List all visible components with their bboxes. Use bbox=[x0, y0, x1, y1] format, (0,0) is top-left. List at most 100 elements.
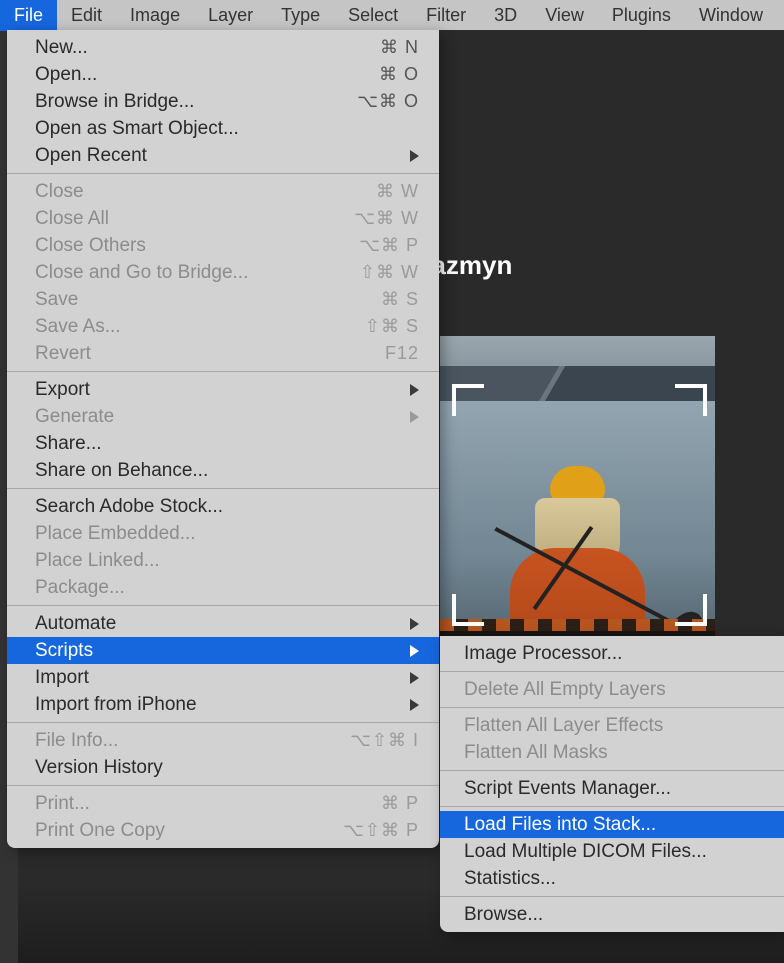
menubar: FileEditImageLayerTypeSelectFilter3DView… bbox=[0, 0, 784, 30]
submenu-arrow-icon bbox=[410, 618, 419, 630]
menu-separator bbox=[7, 173, 439, 174]
menu-item-shortcut: ⌥⌘ O bbox=[357, 91, 419, 112]
menu-item-label: Place Linked... bbox=[35, 550, 160, 572]
menubar-item-view[interactable]: View bbox=[531, 0, 598, 31]
submenu-arrow-icon bbox=[410, 150, 419, 162]
file-menu-item[interactable]: Scripts bbox=[7, 637, 439, 664]
crop-corner-icon bbox=[452, 384, 484, 416]
scripts-menu-item: Flatten All Masks bbox=[440, 739, 784, 766]
menu-separator bbox=[7, 785, 439, 786]
scripts-menu-item: Delete All Empty Layers bbox=[440, 676, 784, 703]
menubar-item-filter[interactable]: Filter bbox=[412, 0, 480, 31]
scripts-menu-item[interactable]: Script Events Manager... bbox=[440, 775, 784, 802]
menu-item-label: Save As... bbox=[35, 316, 121, 338]
menu-item-label: Script Events Manager... bbox=[464, 778, 671, 800]
file-menu-item: Package... bbox=[7, 574, 439, 601]
menu-item-label: Share on Behance... bbox=[35, 460, 208, 482]
scripts-menu-item[interactable]: Load Multiple DICOM Files... bbox=[440, 838, 784, 865]
file-menu-item: Close All⌥⌘ W bbox=[7, 205, 439, 232]
menu-item-label: Open as Smart Object... bbox=[35, 118, 239, 140]
menubar-item-image[interactable]: Image bbox=[116, 0, 194, 31]
menubar-item-3d[interactable]: 3D bbox=[480, 0, 531, 31]
file-menu-item[interactable]: Open... ⌘ O bbox=[7, 61, 439, 88]
file-menu-item: File Info...⌥⇧⌘ I bbox=[7, 727, 439, 754]
menu-item-shortcut: ⌘ S bbox=[381, 289, 419, 310]
submenu-arrow-icon bbox=[410, 645, 419, 657]
file-menu-item[interactable]: Automate bbox=[7, 610, 439, 637]
file-menu-item[interactable]: Open as Smart Object... bbox=[7, 115, 439, 142]
menu-item-label: Print... bbox=[35, 793, 90, 815]
menu-separator bbox=[7, 488, 439, 489]
menu-item-label: Flatten All Layer Effects bbox=[464, 715, 663, 737]
menu-item-label: Close bbox=[35, 181, 84, 203]
menu-item-shortcut: ⌘ W bbox=[376, 181, 419, 202]
file-menu-item[interactable]: Share... bbox=[7, 430, 439, 457]
menu-item-shortcut: ⌘ N bbox=[380, 37, 419, 58]
file-menu-item: Save As... ⇧⌘ S bbox=[7, 313, 439, 340]
menu-item-shortcut: F12 bbox=[385, 343, 419, 364]
menu-item-label: Search Adobe Stock... bbox=[35, 496, 223, 518]
submenu-arrow-icon bbox=[410, 384, 419, 396]
menu-item-label: Generate bbox=[35, 406, 114, 428]
menu-item-label: Version History bbox=[35, 757, 163, 779]
menubar-item-layer[interactable]: Layer bbox=[194, 0, 267, 31]
menu-separator bbox=[7, 722, 439, 723]
file-menu-item[interactable]: Export bbox=[7, 376, 439, 403]
menu-item-label: Share... bbox=[35, 433, 102, 455]
document-thumbnail[interactable] bbox=[440, 336, 715, 666]
menu-item-label: Delete All Empty Layers bbox=[464, 679, 666, 701]
menu-item-shortcut: ⇧⌘ S bbox=[365, 316, 419, 337]
menu-item-label: Statistics... bbox=[464, 868, 556, 890]
scripts-menu-item[interactable]: Statistics... bbox=[440, 865, 784, 892]
scripts-menu-item[interactable]: Load Files into Stack... bbox=[440, 811, 784, 838]
file-menu-item: Close and Go to Bridge... ⇧⌘ W bbox=[7, 259, 439, 286]
menubar-item-select[interactable]: Select bbox=[334, 0, 412, 31]
file-menu-item: Print...⌘ P bbox=[7, 790, 439, 817]
menu-item-label: Open... bbox=[35, 64, 97, 86]
scripts-menu-item[interactable]: Image Processor... bbox=[440, 640, 784, 667]
menu-separator bbox=[440, 896, 784, 897]
file-menu-item[interactable]: New... ⌘ N bbox=[7, 34, 439, 61]
file-menu-item[interactable]: Search Adobe Stock... bbox=[7, 493, 439, 520]
file-menu-item[interactable]: Open Recent bbox=[7, 142, 439, 169]
menubar-item-edit[interactable]: Edit bbox=[57, 0, 116, 31]
menu-item-label: Browse in Bridge... bbox=[35, 91, 194, 113]
menu-item-label: Image Processor... bbox=[464, 643, 622, 665]
crop-corner-icon bbox=[675, 384, 707, 416]
file-menu-item[interactable]: Import from iPhone bbox=[7, 691, 439, 718]
menu-separator bbox=[440, 707, 784, 708]
menu-item-label: Close and Go to Bridge... bbox=[35, 262, 248, 284]
file-menu-item[interactable]: Browse in Bridge... ⌥⌘ O bbox=[7, 88, 439, 115]
file-menu: New... ⌘ N Open... ⌘ O Browse in Bridge... ⌥⌘… bbox=[7, 30, 439, 848]
menu-item-label: Revert bbox=[35, 343, 91, 365]
crop-corner-icon bbox=[452, 594, 484, 626]
scripts-menu-item[interactable]: Browse... bbox=[440, 901, 784, 928]
menu-item-label: Browse... bbox=[464, 904, 543, 926]
menu-item-label: Place Embedded... bbox=[35, 523, 196, 545]
file-menu-item: Close Others⌥⌘ P bbox=[7, 232, 439, 259]
menu-item-shortcut: ⌘ O bbox=[379, 64, 419, 85]
file-menu-item[interactable]: Version History bbox=[7, 754, 439, 781]
scripts-menu-item: Flatten All Layer Effects bbox=[440, 712, 784, 739]
file-menu-item: Close ⌘ W bbox=[7, 178, 439, 205]
menu-item-label: New... bbox=[35, 37, 88, 59]
submenu-arrow-icon bbox=[410, 411, 419, 423]
file-menu-item: Generate bbox=[7, 403, 439, 430]
menu-item-label: Import from iPhone bbox=[35, 694, 197, 716]
scripts-submenu: Image Processor... Delete All Empty Layer… bbox=[440, 636, 784, 932]
menu-item-label: Save bbox=[35, 289, 78, 311]
menubar-item-window[interactable]: Window bbox=[685, 0, 777, 31]
menu-item-label: Open Recent bbox=[35, 145, 147, 167]
menubar-item-plugins[interactable]: Plugins bbox=[598, 0, 685, 31]
submenu-arrow-icon bbox=[410, 699, 419, 711]
menu-item-label: Scripts bbox=[35, 640, 93, 662]
menubar-item-file[interactable]: File bbox=[0, 0, 57, 31]
file-menu-item[interactable]: Share on Behance... bbox=[7, 457, 439, 484]
file-menu-item: Place Embedded... bbox=[7, 520, 439, 547]
menu-separator bbox=[440, 806, 784, 807]
menu-item-label: Print One Copy bbox=[35, 820, 165, 842]
menu-separator bbox=[7, 371, 439, 372]
menubar-item-type[interactable]: Type bbox=[267, 0, 334, 31]
menu-item-shortcut: ⇧⌘ W bbox=[360, 262, 419, 283]
file-menu-item[interactable]: Import bbox=[7, 664, 439, 691]
